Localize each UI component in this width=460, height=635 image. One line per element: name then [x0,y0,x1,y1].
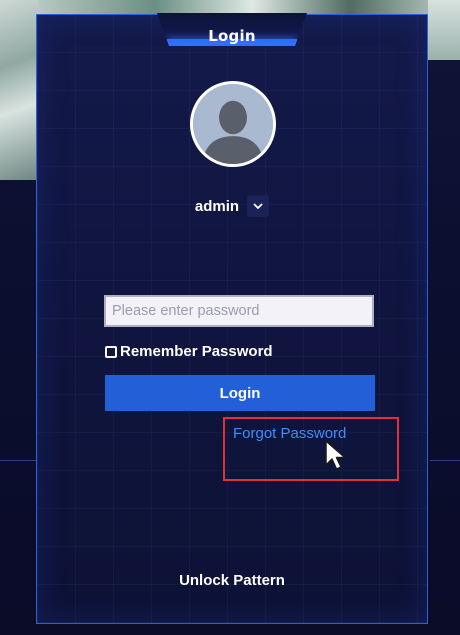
background-camera-feed-left [0,0,38,180]
chevron-down-icon[interactable] [247,195,270,217]
screen: Login admin Remember Password Login Forg… [0,0,460,635]
background-divider-left [0,460,38,461]
user-silhouette-icon [190,81,276,167]
background-camera-feed-right [428,0,460,60]
remember-password-label: Remember Password [120,343,273,360]
dialog-title: Login [208,27,256,45]
login-dialog: Login admin Remember Password Login Forg… [36,13,428,624]
annotation-highlight-box [223,417,399,481]
remember-password-checkbox[interactable] [105,345,117,358]
password-input[interactable] [104,295,374,327]
unlock-pattern-link[interactable]: Unlock Pattern [37,572,427,589]
user-selector: admin [37,193,427,219]
username-label: admin [194,197,240,215]
background-divider-right [430,460,460,461]
remember-password-option[interactable]: Remember Password [105,343,273,360]
mouse-pointer-icon [325,440,346,470]
login-button[interactable]: Login [105,375,375,411]
background-camera-feed-top [38,0,428,14]
